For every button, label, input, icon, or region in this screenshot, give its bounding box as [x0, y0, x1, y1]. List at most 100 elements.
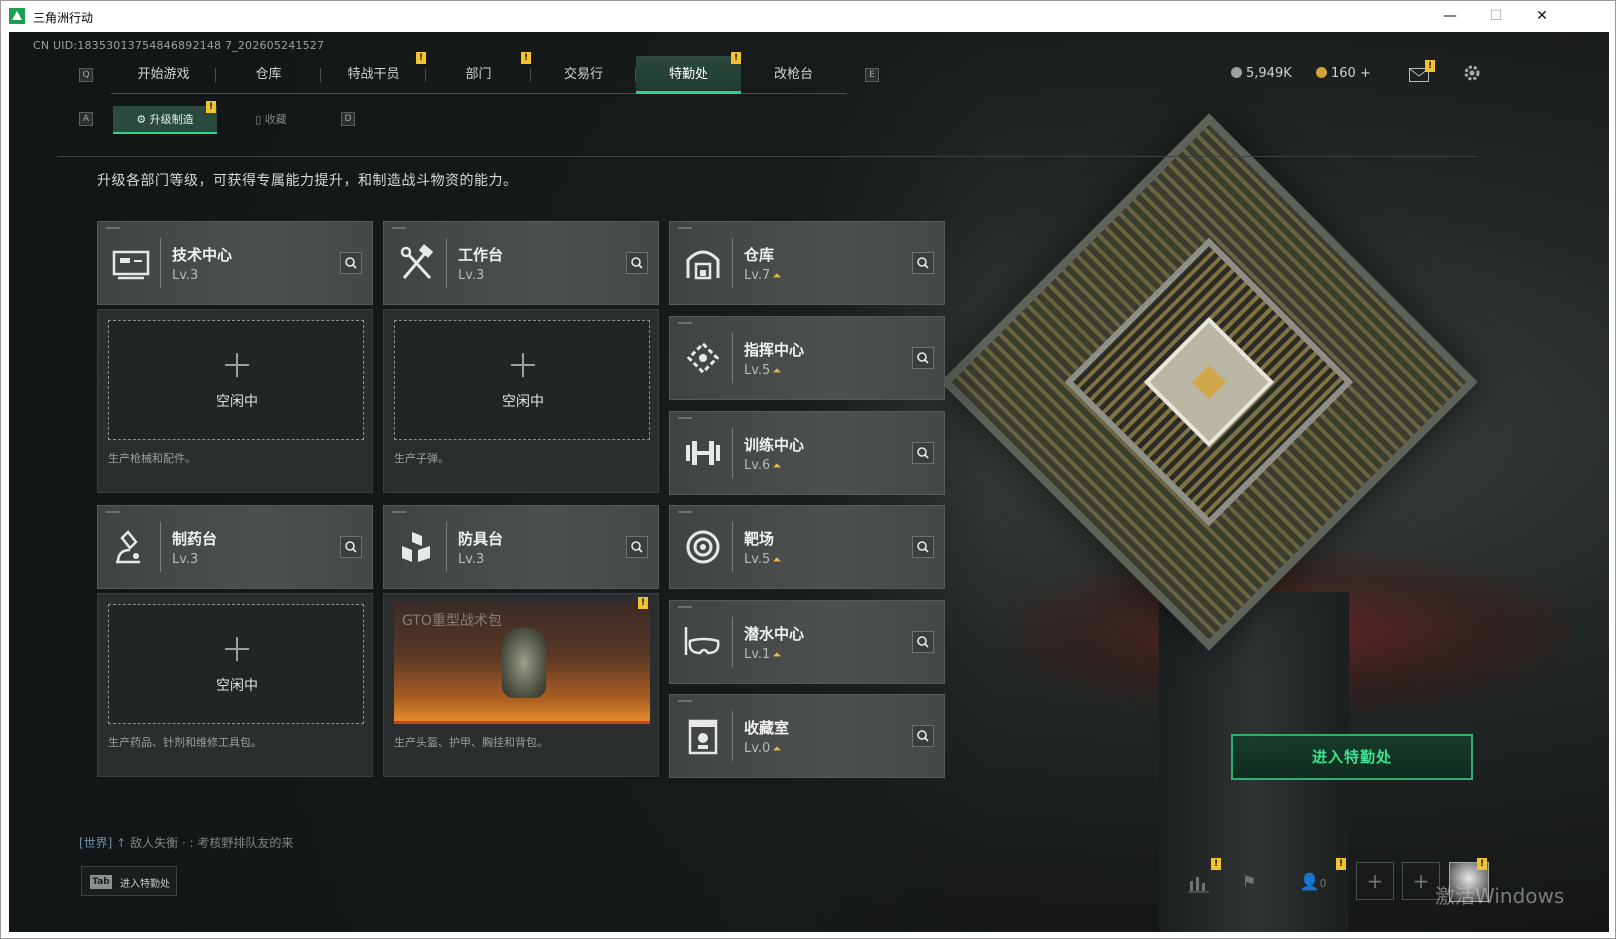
search-icon[interactable] — [912, 536, 934, 558]
slot-caption: 生产头盔、护甲、胸挂和背包。 — [394, 736, 548, 749]
department-card-collection-room[interactable]: 收藏室 Lv.0 ⏶ — [669, 694, 945, 778]
department-card-training-center[interactable]: 训练中心 Lv.6 ⏶ — [669, 411, 945, 495]
idle-slot[interactable]: 空闲中 — [108, 604, 364, 724]
cube-inner — [1064, 237, 1354, 527]
activate-windows-watermark: 激活Windows — [1435, 884, 1565, 908]
stats-svg — [1188, 877, 1209, 893]
department-card-armor-bench[interactable]: 防具台 Lv.3 — [383, 505, 659, 589]
department-name: 工作台 — [458, 246, 504, 264]
search-icon[interactable] — [912, 631, 934, 653]
department-level: Lv.0 — [744, 741, 771, 756]
card-corner-mark — [392, 511, 406, 513]
tekoin-icon — [1231, 67, 1242, 78]
department-name: 防具台 — [458, 530, 504, 548]
key-hint-a: A — [79, 112, 93, 126]
sub-navigation: ⚙ 升级制造 ▯ 收藏 — [113, 106, 325, 134]
tab-key-hint[interactable]: Tab 进入特勤处 — [81, 866, 177, 896]
diving-mask-svg — [684, 627, 720, 655]
maximize-button[interactable]: ☐ — [1473, 1, 1519, 31]
department-name: 训练中心 — [744, 436, 805, 454]
add-currency-button[interactable]: + — [1360, 66, 1371, 81]
upgrade-craft-alert-badge: ! — [206, 101, 216, 113]
tab-special-ops[interactable]: 特勤处 — [636, 56, 741, 94]
tab-start-game[interactable]: 开始游戏 — [111, 56, 216, 94]
department-name: 潜水中心 — [744, 625, 805, 643]
delta-coin-icon — [1316, 67, 1327, 78]
department-name: 制药台 — [172, 530, 218, 548]
tab-gunsmith[interactable]: 改枪台 — [741, 56, 846, 94]
department-level-row: Lv.5 ⏶ — [744, 363, 781, 378]
flag-icon[interactable]: ⚑ — [1231, 864, 1267, 900]
department-card-pharmacy[interactable]: 制药台 Lv.3 — [97, 505, 373, 589]
key-hint-e: E — [865, 68, 879, 82]
idle-slot[interactable]: 空闲中 — [108, 320, 364, 440]
cube-core — [1143, 316, 1275, 448]
currency-tekoins: 5,949K — [1231, 66, 1292, 81]
production-slot-pharmacy: 空闲中 生产药品、针剂和维修工具包。 — [97, 593, 373, 777]
magnifier-svg — [917, 541, 929, 553]
key-hint-d: D — [341, 112, 355, 126]
department-level: Lv.5 — [744, 363, 771, 378]
page-description: 升级各部门等级，可获得专属能力提升，和制造战斗物资的能力。 — [97, 173, 518, 189]
department-level: Lv.3 — [458, 268, 485, 283]
card-corner-mark — [678, 606, 692, 608]
upgrade-arrow-icon: ⏶ — [772, 648, 782, 661]
search-icon[interactable] — [340, 252, 362, 274]
search-icon[interactable] — [912, 725, 934, 747]
plus-icon — [225, 353, 249, 377]
card-divider — [446, 238, 447, 288]
magnifier-svg — [917, 447, 929, 459]
display-case-svg — [688, 719, 718, 755]
search-icon[interactable] — [626, 536, 648, 558]
plus-icon — [225, 637, 249, 661]
search-icon[interactable] — [340, 536, 362, 558]
card-corner-mark — [678, 227, 692, 229]
department-card-command-center[interactable]: 指挥中心 Lv.5 ⏶ — [669, 316, 945, 400]
tab-trading[interactable]: 交易行 — [531, 56, 636, 94]
search-icon[interactable] — [912, 347, 934, 369]
department-card-warehouse[interactable]: 仓库 Lv.7 ⏶ — [669, 221, 945, 305]
world-chat-line[interactable]: [世界] ↑ 敌人失衡 · : 考核野排队友的来 — [79, 834, 293, 851]
subtab-label: 升级制造 — [149, 113, 194, 126]
subtab-collection[interactable]: ▯ 收藏 — [219, 106, 323, 134]
search-icon[interactable] — [912, 252, 934, 274]
card-divider — [446, 522, 447, 572]
slot-status: 空闲中 — [502, 394, 544, 410]
tab-warehouse[interactable]: 仓库 — [216, 56, 321, 94]
game-viewport: CN UID:18353013754846892148 7_2026052415… — [9, 32, 1609, 932]
crafting-alert-badge: ! — [638, 597, 648, 609]
enter-special-ops-button[interactable]: 进入特勤处 — [1231, 734, 1473, 780]
command-diamond-icon — [678, 333, 728, 383]
magnifier-svg — [631, 257, 643, 269]
delta-force-app-icon — [9, 8, 25, 24]
search-icon[interactable] — [626, 252, 648, 274]
friends-count: 0 — [1319, 877, 1327, 890]
department-alert-badge: ! — [521, 52, 531, 64]
subtab-upgrade-craft[interactable]: ⚙ 升级制造 — [113, 106, 217, 134]
add-squad-slot-button[interactable]: + — [1356, 862, 1394, 900]
friends-icon[interactable]: 👤0 — [1291, 864, 1335, 900]
department-level: Lv.3 — [172, 552, 199, 567]
card-corner-mark — [678, 511, 692, 513]
gear-icon[interactable] — [1461, 62, 1483, 84]
tab-operators[interactable]: 特战干员 — [321, 56, 426, 94]
department-card-diving-center[interactable]: 潜水中心 Lv.1 ⏶ — [669, 600, 945, 684]
tab-department[interactable]: 部门 — [426, 56, 531, 94]
department-card-workbench[interactable]: 工作台 Lv.3 — [383, 221, 659, 305]
upgrade-arrow-icon: ⏶ — [772, 553, 782, 566]
idle-slot[interactable]: 空闲中 — [394, 320, 650, 440]
plus-icon — [511, 353, 535, 377]
microscope-icon — [106, 522, 156, 572]
department-card-shooting-range[interactable]: 靶场 Lv.5 ⏶ — [669, 505, 945, 589]
close-button[interactable]: ✕ — [1519, 1, 1565, 31]
department-level-row: Lv.0 ⏶ — [744, 741, 781, 756]
department-card-tech-center[interactable]: 技术中心 Lv.3 — [97, 221, 373, 305]
crafting-item-card[interactable]: GTO重型战术包 — [394, 602, 650, 724]
search-icon[interactable] — [912, 442, 934, 464]
magnifier-svg — [917, 636, 929, 648]
minimize-button[interactable]: — — [1427, 1, 1473, 31]
key-hint-q: Q — [79, 68, 93, 82]
slot-status: 空闲中 — [216, 678, 258, 694]
card-corner-mark — [678, 700, 692, 702]
tab-label: 特战干员 — [347, 67, 400, 82]
